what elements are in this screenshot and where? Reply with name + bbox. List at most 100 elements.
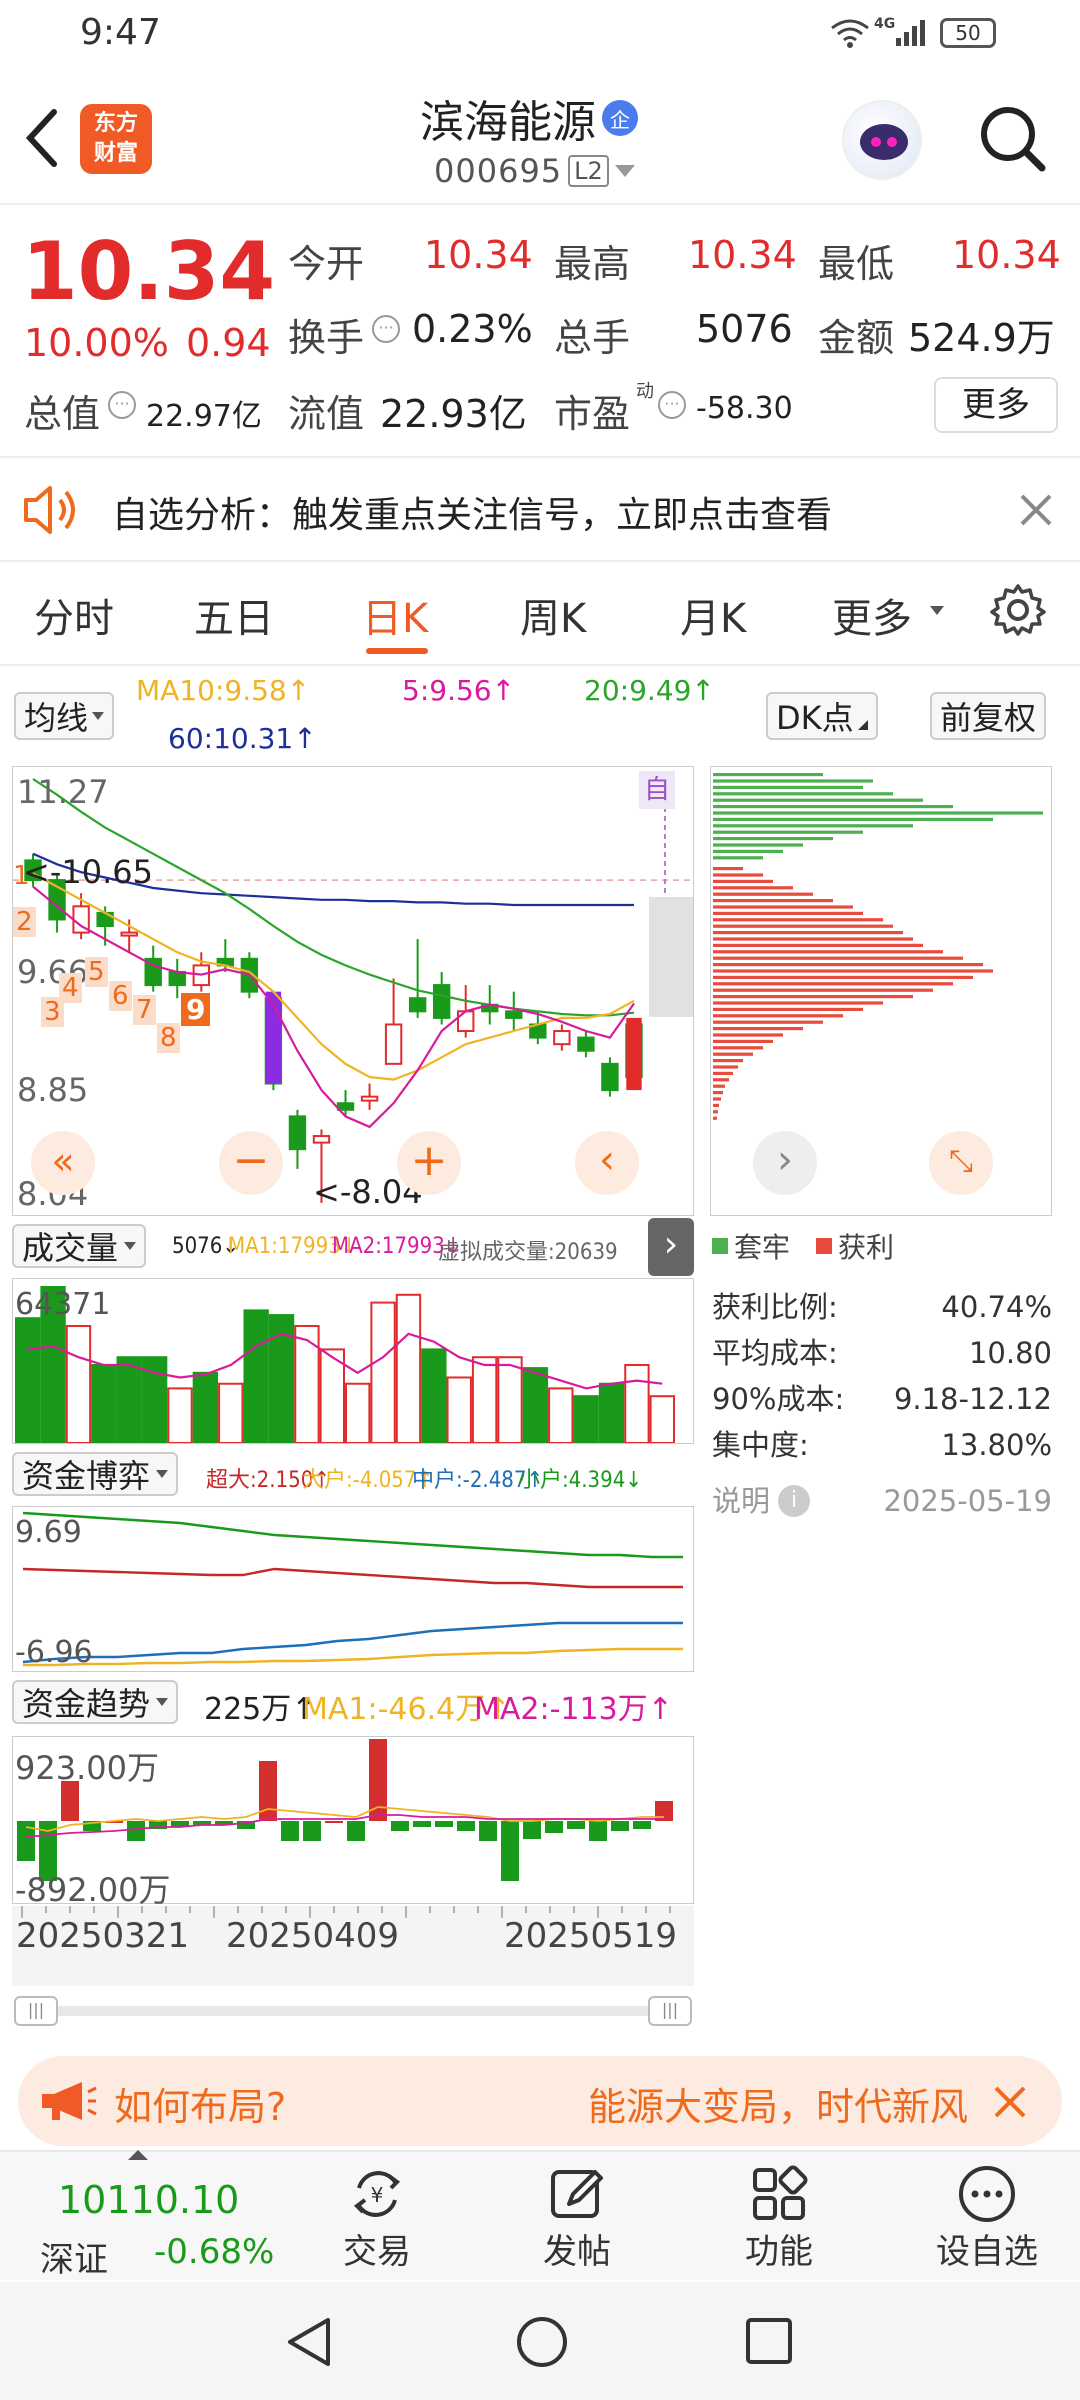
chip-bar-profit: [713, 1046, 763, 1050]
chip-date: 2025-05-19: [883, 1484, 1052, 1518]
corner-triangle-icon: [857, 720, 868, 730]
system-nav-bar: [0, 2282, 1080, 2400]
scroll-left-button[interactable]: ‹: [575, 1131, 639, 1195]
promo-close-icon[interactable]: [990, 2082, 1030, 2122]
ma-selector[interactable]: 均线: [14, 692, 115, 740]
seq-number: 8: [157, 1023, 180, 1053]
fund-trend-bar: [435, 1821, 453, 1827]
seq-number: 1: [13, 861, 30, 891]
profit-ratio-value: 40.74%: [941, 1290, 1052, 1324]
back-icon[interactable]: [22, 108, 62, 168]
fund-small: 小户:4.394↓: [518, 1468, 642, 1493]
panel-toggle-button[interactable]: ›: [648, 1218, 694, 1276]
tab-weekly-k[interactable]: 周K: [520, 586, 586, 644]
alert-banner[interactable]: 自选分析：触发重点关注信号，立即点击查看: [0, 458, 1080, 562]
close-icon[interactable]: [1018, 492, 1054, 528]
caret-down-icon: [92, 712, 105, 720]
chip-bar-profit: [713, 911, 863, 915]
fund-game-chart[interactable]: 9.69 -6.96: [12, 1506, 694, 1672]
chip-bar-profit: [713, 1014, 843, 1018]
nav-trade[interactable]: ¥ 交易: [312, 2152, 442, 2282]
zoom-in-button[interactable]: +: [397, 1131, 461, 1195]
system-recents-icon[interactable]: [744, 2316, 794, 2366]
chip-bar-profit: [713, 1091, 723, 1095]
expand-icon[interactable]: ⤡: [929, 1131, 993, 1195]
more-button[interactable]: 更多: [934, 377, 1058, 433]
chip-bar-profit: [713, 905, 853, 909]
adjust-button[interactable]: 前复权: [930, 692, 1047, 740]
volume-selector[interactable]: 成交量: [12, 1224, 147, 1268]
chip-bar-profit: [713, 1001, 883, 1005]
caret-up-icon: [128, 2150, 148, 2160]
candle-body: [120, 931, 138, 937]
chip-bar-profit: [713, 1033, 783, 1037]
kline-chart[interactable]: 11.27 9.66 8.85 8.04 <-10.65 <-8.04 自 1 …: [12, 766, 694, 1216]
dk-point-button[interactable]: DK点: [766, 692, 878, 740]
stock-title[interactable]: 滨海能源 企: [420, 86, 638, 150]
promo-strip[interactable]: 如何布局? 能源大变局，时代新风: [18, 2056, 1062, 2146]
tab-more[interactable]: 更多: [832, 586, 912, 644]
system-back-icon[interactable]: [282, 2314, 336, 2370]
candle-body-last: [626, 1017, 642, 1091]
fund-trend-chart[interactable]: 923.00万 -892.00万: [12, 1736, 694, 1909]
fund-trend-bar: [589, 1821, 607, 1841]
chip-distribution[interactable]: › ⤡: [710, 766, 1052, 1216]
chip-bar-profit: [713, 1059, 743, 1063]
fund-trend-bar: [413, 1821, 431, 1827]
tab-active-indicator: [366, 648, 428, 654]
chip-legend: 套牢 获利: [712, 1226, 894, 1266]
chip-bar-profit: [713, 1110, 718, 1114]
change-percent: 10.00%: [24, 321, 169, 365]
chip-note[interactable]: 说明 i: [712, 1478, 811, 1524]
search-icon[interactable]: [978, 104, 1048, 174]
seq-number: 4: [59, 973, 82, 1003]
scroll-right-button[interactable]: ›: [753, 1131, 817, 1195]
kline-y-top: 11.27: [17, 773, 109, 811]
app-logo[interactable]: 东方 财富: [80, 104, 152, 174]
fund-trend-selector[interactable]: 资金趋势: [12, 1680, 179, 1724]
fund-trend-bar: [633, 1821, 651, 1829]
fund-game-selector[interactable]: 资金博弈: [12, 1452, 179, 1496]
ma60-label: 60:10.31↑: [168, 722, 317, 755]
float-label: 流值: [288, 392, 365, 436]
range-handle-right[interactable]: |||: [648, 1996, 692, 2026]
self-select-badge: 自: [639, 771, 675, 809]
nav-features[interactable]: 功能: [714, 2152, 844, 2282]
range-slider[interactable]: ||| |||: [14, 1996, 692, 2026]
more-dots-icon: [955, 2164, 1019, 2224]
zoom-out-button[interactable]: −: [219, 1131, 283, 1195]
nav-watchlist[interactable]: 设自选: [912, 2152, 1062, 2282]
volume-chart[interactable]: 64371: [12, 1278, 694, 1444]
nav-post[interactable]: 发帖: [512, 2152, 642, 2282]
info-icon[interactable]: ···: [108, 391, 136, 419]
x-date-end: 20250519: [504, 1916, 678, 1956]
x-date-start: 20250321: [16, 1916, 190, 1956]
fund-game-svg: [22, 1511, 683, 1667]
stock-code-row[interactable]: 000695 L2: [434, 152, 635, 190]
header: 东方 财富 滨海能源 企 000695 L2: [0, 70, 1080, 205]
info-icon[interactable]: ···: [658, 391, 686, 419]
seq-number: 5: [85, 957, 108, 987]
scroll-left-fast-button[interactable]: «: [31, 1131, 95, 1195]
gear-icon[interactable]: [990, 582, 1046, 638]
fund-trend-bar: [501, 1821, 519, 1881]
tab-monthly-k[interactable]: 月K: [680, 586, 746, 644]
turnover-value: 0.23%: [412, 307, 533, 351]
tab-daily-k[interactable]: 日K: [362, 586, 428, 644]
tab-minute[interactable]: 分时: [34, 586, 114, 644]
svg-text:¥: ¥: [371, 2183, 384, 2207]
range-handle-left[interactable]: |||: [14, 1996, 58, 2026]
robot-avatar[interactable]: [842, 100, 922, 180]
system-home-icon[interactable]: [514, 2314, 570, 2370]
cost90-label: 90%成本:: [712, 1382, 845, 1416]
volume-bar: [421, 1348, 447, 1443]
index-ticker[interactable]: 10110.10 深证 -0.68%: [0, 2150, 300, 2282]
fund-trend-bar: 资金趋势 225万↑ MA1:-46.4万↑ MA2:-113万↑: [12, 1678, 694, 1730]
chip-bar-profit: [713, 892, 813, 896]
megaphone-icon: [38, 2078, 98, 2124]
low-label: 最低: [818, 242, 895, 286]
tab-five-day[interactable]: 五日: [194, 586, 274, 644]
kline-y-low: 8.85: [17, 1071, 89, 1109]
info-icon[interactable]: ···: [372, 315, 400, 343]
mktcap-value: 22.97亿: [146, 399, 262, 434]
